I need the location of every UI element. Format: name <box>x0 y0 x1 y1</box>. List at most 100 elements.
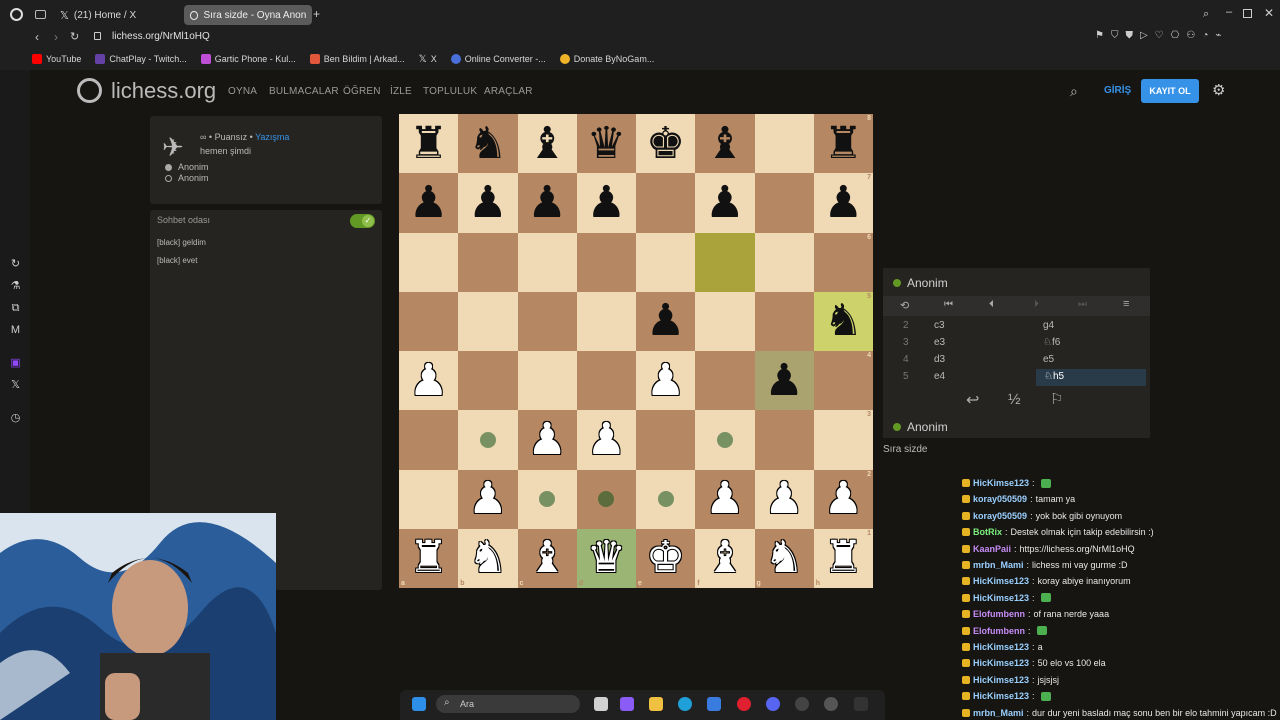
black-pawn-piece[interactable]: ♟ <box>587 180 626 225</box>
flip-board-icon[interactable]: ⟲ <box>900 299 909 312</box>
refresh-icon[interactable]: ↻ <box>9 258 22 271</box>
prev-move-icon[interactable]: ⏴ <box>989 299 994 310</box>
game-type-link[interactable]: Yazışma <box>255 132 289 142</box>
square-d5[interactable] <box>576 291 636 351</box>
square-a6[interactable] <box>399 232 459 292</box>
square-c8[interactable]: ♝ <box>517 114 577 174</box>
tab-lichess[interactable]: Sıra sizde - Oyna Anon... <box>184 5 312 25</box>
square-g2[interactable]: ♟ <box>754 469 814 529</box>
chat-username[interactable]: BotRix <box>973 527 1002 537</box>
black-player-name[interactable]: Anonim <box>178 173 209 183</box>
square-c6[interactable] <box>517 232 577 292</box>
square-d7[interactable]: ♟ <box>576 173 636 233</box>
square-h8[interactable]: ♜ 8 <box>813 114 873 174</box>
square-g6[interactable] <box>754 232 814 292</box>
square-f1[interactable]: ♝ f <box>695 528 755 588</box>
chat-username[interactable]: Elofumbenn <box>973 609 1025 619</box>
black-pawn-piece[interactable]: ♟ <box>646 299 685 343</box>
chess-board[interactable]: ♜ ♞ ♝ ♛ ♚ ♝ ♜ 8 ♟ ♟ ♟ ♟ ♟ ♟ 7 6 ♟ ♞ 5 ♟ ♟ ♟ 4 ♟ ♟ 3 ♟ ♟ ♟ ♟ 2 ♜ a ♞ b ♝ c ♛ d ♚… <box>399 114 873 588</box>
square-f4[interactable] <box>695 351 755 411</box>
white-move[interactable]: d3 <box>934 354 945 365</box>
square-a4[interactable]: ♟ <box>399 351 459 411</box>
square-h7[interactable]: ♟ 7 <box>813 173 873 233</box>
black-pawn-piece[interactable]: ♟ <box>764 358 803 403</box>
chat-username[interactable]: HicKimse123 <box>973 675 1029 685</box>
square-a8[interactable]: ♜ <box>399 114 459 174</box>
white-pawn-piece[interactable]: ♟ <box>824 477 863 521</box>
clock-icon[interactable]: ◷ <box>9 412 22 425</box>
square-b5[interactable] <box>458 291 518 351</box>
square-f6[interactable] <box>695 232 755 292</box>
nav-tools[interactable]: ARAÇLAR <box>484 86 533 97</box>
square-h2[interactable]: ♟ 2 <box>813 469 873 529</box>
square-f5[interactable] <box>695 291 755 351</box>
square-g3[interactable] <box>754 410 814 470</box>
nav-community[interactable]: TOPLULUK <box>423 86 477 97</box>
tab-x-home[interactable]: 𝕏 (21) Home / X <box>54 5 180 25</box>
copilot-icon[interactable] <box>620 697 634 711</box>
draw-offer-icon[interactable]: ½ <box>1008 391 1021 408</box>
store-icon[interactable] <box>707 697 721 711</box>
bookmark-x[interactable]: 𝕏X <box>419 54 437 65</box>
task-view-icon[interactable] <box>594 697 608 711</box>
white-move[interactable]: c3 <box>934 320 945 331</box>
chat-username[interactable]: koray050509 <box>973 494 1027 504</box>
nav-puzzles[interactable]: BULMACALAR <box>269 86 339 97</box>
close-window-icon[interactable]: ✕ <box>1264 6 1274 20</box>
search-icon[interactable]: ⌕ <box>1070 83 1078 100</box>
square-h5[interactable]: ♞ 5 <box>813 291 873 351</box>
chat-username[interactable]: Elofumbenn <box>973 626 1025 636</box>
square-c4[interactable] <box>517 351 577 411</box>
takeback-icon[interactable]: ↩ <box>966 390 979 410</box>
square-h4[interactable]: 4 <box>813 351 873 411</box>
square-e4[interactable]: ♟ <box>636 351 696 411</box>
first-move-icon[interactable]: ⏮ <box>944 299 953 310</box>
square-d2[interactable] <box>576 469 636 529</box>
tab-grid-icon[interactable] <box>35 10 46 19</box>
square-b7[interactable]: ♟ <box>458 173 518 233</box>
square-f2[interactable]: ♟ <box>695 469 755 529</box>
windows-start-icon[interactable] <box>412 697 426 711</box>
black-king-piece[interactable]: ♚ <box>646 121 685 166</box>
new-tab-button[interactable]: + <box>313 8 320 20</box>
mail-icon[interactable]: M <box>9 324 22 337</box>
chat-username[interactable]: HicKimse123 <box>973 593 1029 603</box>
white-pawn-piece[interactable]: ♟ <box>409 358 448 403</box>
chat-username[interactable]: HicKimse123 <box>973 576 1029 586</box>
black-pawn-piece[interactable]: ♟ <box>409 180 448 225</box>
square-e6[interactable] <box>636 232 696 292</box>
black-pawn-piece[interactable]: ♟ <box>705 180 744 225</box>
square-d6[interactable] <box>576 232 636 292</box>
black-queen-piece[interactable]: ♛ <box>587 121 626 166</box>
menu-icon[interactable]: ≡ <box>1123 298 1129 310</box>
steam-icon[interactable] <box>795 697 809 711</box>
square-e7[interactable] <box>636 173 696 233</box>
square-e2[interactable] <box>636 469 696 529</box>
white-pawn-piece[interactable]: ♟ <box>587 417 626 462</box>
move-destination-dot[interactable] <box>479 431 496 448</box>
square-a3[interactable] <box>399 410 459 470</box>
lichess-logo-icon[interactable] <box>77 78 102 103</box>
chat-username[interactable]: koray050509 <box>973 511 1027 521</box>
black-move[interactable]: ♘f6 <box>1043 337 1060 348</box>
black-bishop-piece[interactable]: ♝ <box>527 121 566 166</box>
login-link[interactable]: GİRİŞ <box>1104 85 1131 96</box>
move-destination-dot[interactable] <box>598 491 615 508</box>
browser-logo-icon[interactable] <box>10 8 23 21</box>
chat-username[interactable]: mrbn_Mami <box>973 560 1024 570</box>
next-move-icon[interactable]: ⏵ <box>1034 299 1039 310</box>
discord-icon[interactable] <box>766 697 780 711</box>
square-b8[interactable]: ♞ <box>458 114 518 174</box>
tag-icon[interactable]: ⧉ <box>9 302 22 315</box>
reload-icon[interactable]: ↻ <box>70 30 79 43</box>
white-rook-piece[interactable]: ♜ <box>409 536 448 580</box>
url-field[interactable]: lichess.org/NrMl1oHQ <box>112 31 210 42</box>
file-explorer-icon[interactable] <box>649 697 663 711</box>
nav-learn[interactable]: ÖĞREN <box>343 86 381 97</box>
white-bishop-piece[interactable]: ♝ <box>705 536 744 580</box>
white-bishop-piece[interactable]: ♝ <box>527 536 566 580</box>
white-pawn-piece[interactable]: ♟ <box>527 417 566 462</box>
square-g8[interactable] <box>754 114 814 174</box>
minimize-icon[interactable]: – <box>1226 6 1232 18</box>
square-c7[interactable]: ♟ <box>517 173 577 233</box>
